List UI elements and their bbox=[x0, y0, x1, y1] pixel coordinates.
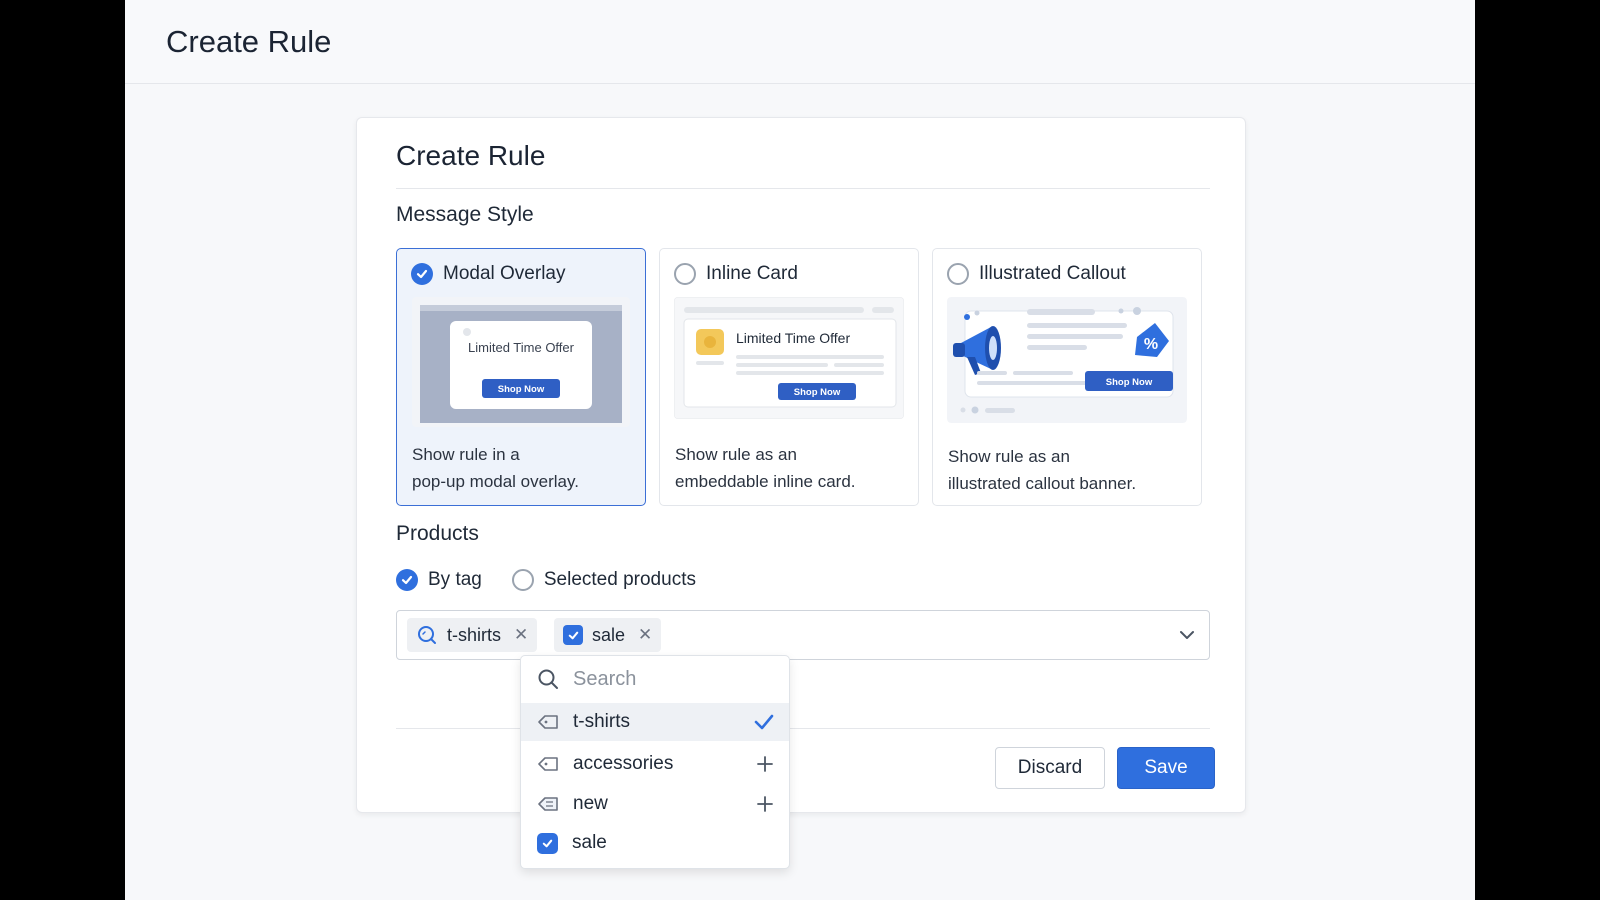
discard-button[interactable]: Discard bbox=[995, 747, 1105, 789]
tag-chip-sale: sale ✕ bbox=[554, 618, 662, 652]
tag-icon bbox=[538, 757, 558, 771]
dropdown-item-accessories[interactable]: accessories bbox=[521, 745, 789, 783]
checked-icon bbox=[411, 263, 433, 285]
title-divider bbox=[396, 188, 1210, 189]
tag-icon bbox=[538, 797, 558, 811]
thumb-button: Shop Now bbox=[498, 384, 545, 395]
footer-divider bbox=[396, 728, 1210, 729]
remove-tag-icon[interactable]: ✕ bbox=[638, 625, 652, 645]
page: Create Rule Create Rule Message Style Mo… bbox=[125, 0, 1475, 900]
style-option-description: Show rule as an embeddable inline card. bbox=[675, 445, 856, 491]
checkmark-icon bbox=[754, 714, 774, 730]
thumb-button: Shop Now bbox=[1106, 377, 1153, 388]
checkbox-checked-icon bbox=[563, 625, 583, 645]
search-icon bbox=[538, 669, 558, 689]
plus-icon[interactable] bbox=[755, 794, 775, 814]
dropdown-search bbox=[521, 656, 789, 702]
radio-icon bbox=[947, 263, 969, 285]
create-rule-card: Create Rule Message Style Modal Overlay … bbox=[356, 117, 1246, 813]
style-option-label: Illustrated Callout bbox=[979, 263, 1126, 284]
style-option-description: Show rule as an illustrated callout bann… bbox=[948, 447, 1137, 493]
style-option-label: Inline Card bbox=[706, 263, 798, 284]
products-label: Products bbox=[396, 522, 479, 545]
thumb-title: Limited Time Offer bbox=[736, 330, 850, 346]
thumb-button: Shop Now bbox=[794, 387, 841, 398]
plus-icon[interactable] bbox=[755, 754, 775, 774]
save-button[interactable]: Save bbox=[1117, 747, 1215, 789]
tag-icon bbox=[538, 715, 558, 729]
page-title: Create Rule bbox=[166, 24, 332, 59]
search-input[interactable] bbox=[573, 667, 753, 691]
tag-dropdown: t-shirts accessories new bbox=[520, 655, 790, 869]
top-bar: Create Rule bbox=[125, 0, 1475, 84]
card-title: Create Rule bbox=[396, 140, 546, 171]
product-mode-selected-products[interactable]: Selected products bbox=[511, 569, 696, 591]
checkbox-checked-icon bbox=[537, 832, 558, 854]
tag-chip-t-shirts: t-shirts ✕ bbox=[407, 618, 538, 652]
radio-icon bbox=[511, 569, 534, 591]
dropdown-item-sale[interactable]: sale bbox=[521, 824, 789, 862]
style-option-illustrated-callout[interactable]: Illustrated Callout % Shop Now Show rule… bbox=[932, 248, 1202, 506]
checked-icon bbox=[396, 569, 418, 591]
product-mode-group: By tag Selected products bbox=[396, 569, 726, 591]
dropdown-item-new[interactable]: new bbox=[521, 785, 789, 823]
style-option-inline-card[interactable]: Inline Card Limited Time Offer Shop Now bbox=[659, 248, 919, 506]
modal-overlay-preview: Limited Time Offer Shop Now bbox=[412, 297, 630, 427]
tag-select-input[interactable]: t-shirts ✕ sale ✕ bbox=[396, 610, 1210, 660]
product-mode-by-tag[interactable]: By tag bbox=[396, 569, 482, 591]
message-style-label: Message Style bbox=[396, 203, 534, 226]
style-option-label: Modal Overlay bbox=[443, 263, 566, 284]
style-option-description: Show rule in a pop-up modal overlay. bbox=[412, 445, 579, 491]
radio-icon bbox=[674, 263, 696, 285]
dropdown-item-t-shirts[interactable]: t-shirts bbox=[521, 703, 789, 741]
remove-tag-icon[interactable]: ✕ bbox=[514, 625, 528, 645]
style-option-modal-overlay[interactable]: Modal Overlay Limited Time Offer Shop No… bbox=[396, 248, 646, 506]
illustrated-callout-preview: % Shop Now bbox=[947, 297, 1187, 423]
inline-card-preview: Limited Time Offer Shop Now bbox=[674, 297, 904, 419]
tag-search-icon bbox=[418, 626, 436, 644]
discount-symbol: % bbox=[1144, 336, 1158, 353]
thumb-title: Limited Time Offer bbox=[468, 340, 575, 355]
chevron-down-icon[interactable] bbox=[1177, 625, 1197, 645]
